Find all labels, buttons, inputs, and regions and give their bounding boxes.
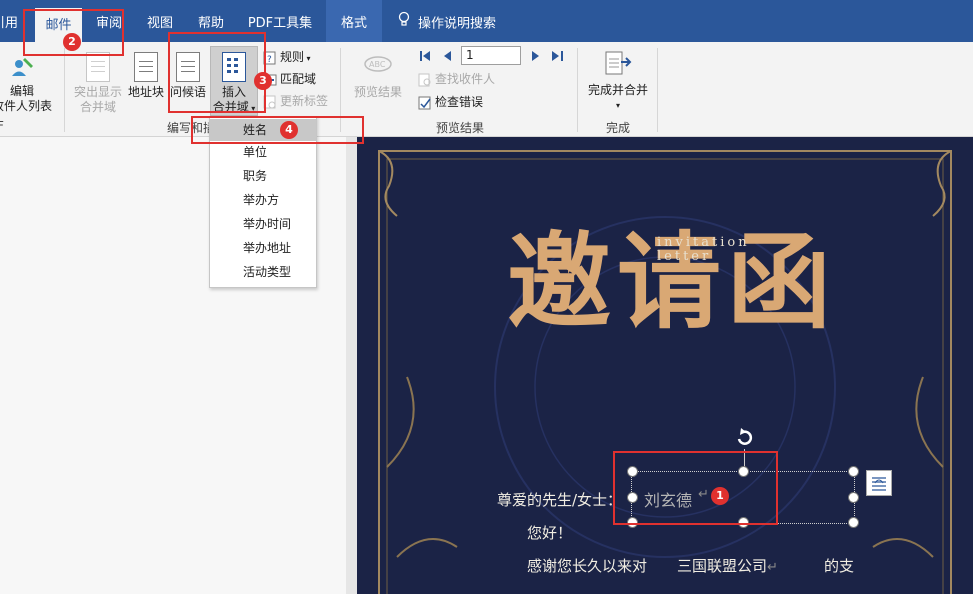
group-label-finish: 完成 — [606, 121, 631, 135]
record-number-input[interactable]: 1 — [461, 46, 521, 65]
dropdown-item-unit[interactable]: 单位 — [210, 141, 316, 163]
preview-results-button[interactable]: ABC 预览结果 — [350, 52, 406, 100]
invitation-title: 邀请函 — [507, 220, 838, 343]
salutation-text: 尊爱的先生/女士： — [497, 491, 623, 509]
highlight-merge-fields-button[interactable]: 突出显示 合并域 — [70, 52, 126, 115]
address-block-button[interactable]: 地址块 — [126, 52, 166, 100]
thanks-suffix-text: 的支 — [824, 557, 855, 575]
tell-me-search[interactable]: 操作说明搜索 — [398, 0, 508, 42]
rotate-icon — [737, 428, 753, 445]
dropdown-item-position[interactable]: 职务 — [210, 165, 316, 187]
invitation-card: 邀请函 invitation letter 尊爱的先生/女士： 刘玄德 ↵ 您好… — [357, 137, 973, 594]
find-recipient-button[interactable]: 查找收件人 — [418, 70, 495, 88]
resize-handle[interactable] — [848, 492, 859, 503]
finish-merge-button[interactable]: 完成并合并 ▾ — [584, 50, 652, 113]
svg-text:ABC: ABC — [369, 60, 386, 69]
chevron-down-icon: ▾ — [615, 101, 620, 110]
resize-handle[interactable] — [848, 466, 859, 477]
preview-abc-icon: ABC — [363, 52, 393, 80]
check-errors-icon — [418, 96, 432, 110]
first-record-icon — [420, 51, 430, 61]
rules-button[interactable]: ? 规则 ▾ — [263, 48, 311, 66]
finish-merge-icon — [603, 50, 633, 78]
tab-format[interactable]: 格式 — [326, 0, 382, 42]
annotation-badge-4: 4 — [280, 121, 298, 139]
lightbulb-icon — [398, 0, 410, 48]
annotation-badge-3: 3 — [254, 72, 272, 90]
previous-record-icon — [444, 51, 451, 61]
last-record-button[interactable] — [551, 49, 565, 63]
group-separator — [657, 48, 658, 132]
annotation-box-name-item — [191, 116, 364, 144]
edit-recipient-list-button[interactable]: 编辑 收件人列表 — [0, 52, 56, 114]
rotate-handle[interactable] — [734, 427, 756, 449]
dropdown-item-event-address[interactable]: 举办地址 — [210, 237, 316, 259]
thanks-prefix-text: 感谢您长久以来对 — [527, 557, 648, 575]
first-record-button[interactable] — [419, 49, 431, 63]
annotation-badge-1: 1 — [711, 487, 729, 505]
layout-options-icon — [872, 477, 886, 491]
resize-handle[interactable] — [848, 517, 859, 528]
group-separator — [577, 48, 578, 132]
previous-record-button[interactable] — [442, 49, 452, 63]
dropdown-item-event-type[interactable]: 活动类型 — [210, 261, 316, 283]
next-record-button[interactable] — [531, 49, 541, 63]
ribbon-mailings: 编辑 收件人列表 F 突出显示 合并域 地址块 问候语 插入 合并域 ▾ ?规则… — [0, 42, 973, 137]
update-labels-button[interactable]: 更新标签 — [263, 92, 328, 110]
group-label-start-cut: F — [0, 119, 4, 133]
company-text: 三国联盟公司↵ — [677, 557, 778, 575]
check-errors-button[interactable]: 检查错误 — [418, 93, 483, 111]
address-block-icon — [134, 52, 158, 82]
greeting-text: 您好！ — [527, 524, 573, 542]
invitation-subtitle-2: letter — [657, 249, 712, 264]
invitation-subtitle-1: invitation — [657, 235, 750, 250]
tab-references[interactable]: 引用 — [0, 0, 22, 42]
ribbon-tab-bar: 引用 邮件 审阅 视图 帮助 PDF工具集 格式 操作说明搜索 — [0, 0, 973, 42]
chevron-down-icon: ▾ — [304, 54, 311, 63]
annotation-box-name-field — [613, 451, 778, 525]
highlight-fields-icon — [86, 52, 110, 82]
dropdown-item-organizer[interactable]: 举办方 — [210, 189, 316, 211]
next-record-icon — [532, 51, 539, 61]
recipient-list-icon — [8, 52, 36, 82]
annotation-badge-2: 2 — [63, 33, 81, 51]
svg-text:?: ? — [267, 55, 272, 65]
dropdown-item-event-time[interactable]: 举办时间 — [210, 213, 316, 235]
annotation-box-insert-field — [168, 32, 266, 113]
find-recipient-icon — [418, 73, 432, 87]
last-record-icon — [552, 51, 563, 61]
group-separator — [64, 48, 65, 132]
layout-options-button[interactable] — [866, 470, 892, 496]
group-label-preview: 预览结果 — [436, 121, 485, 135]
